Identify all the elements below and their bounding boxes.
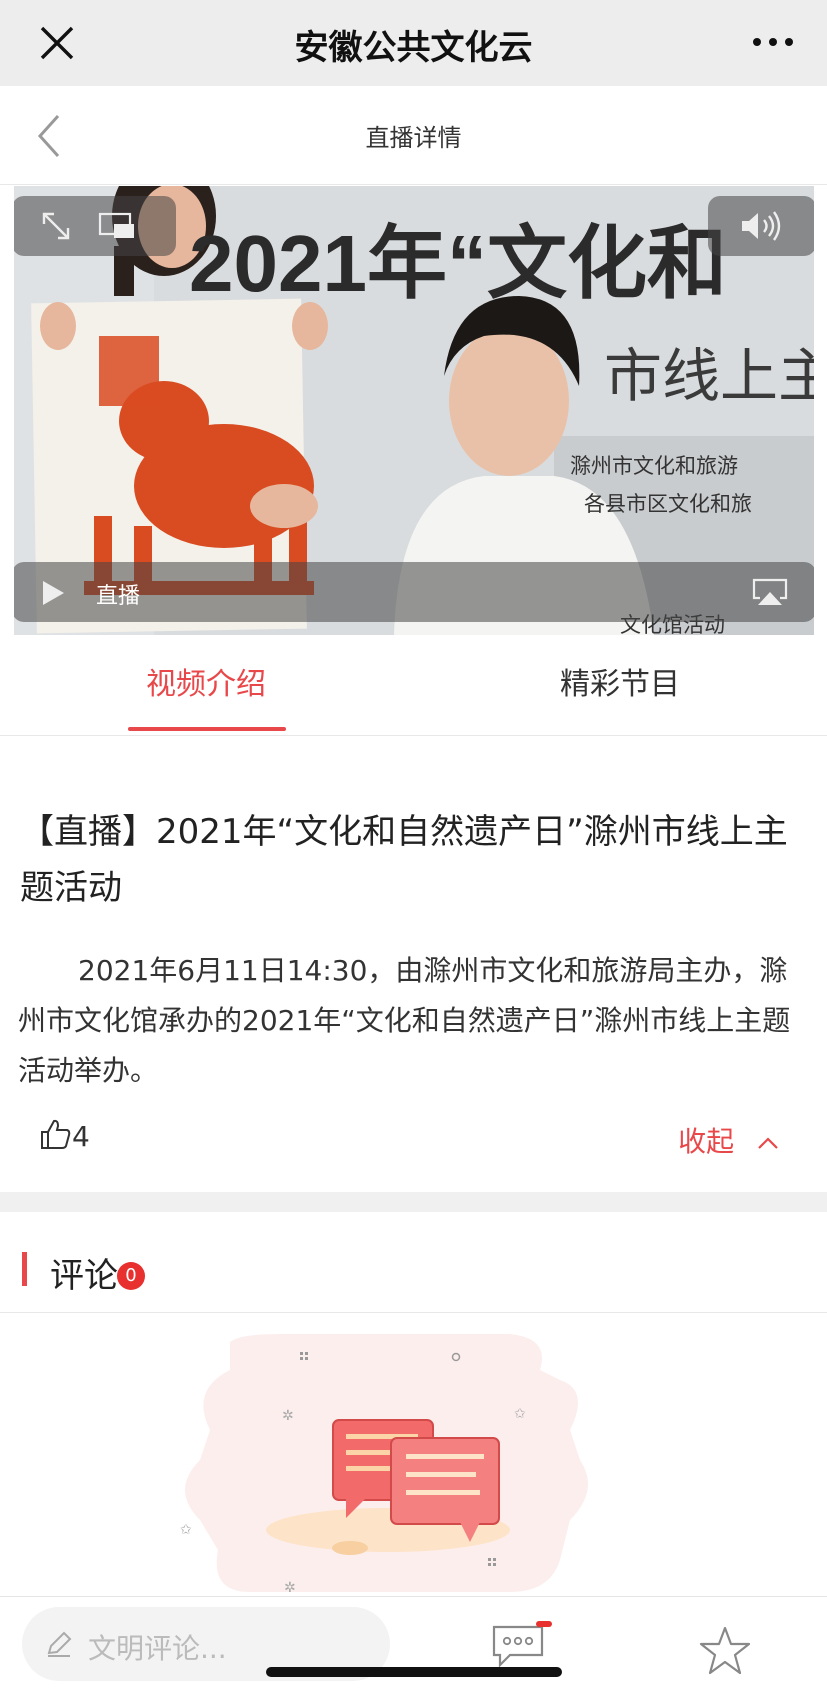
bottom-action-bar: 文明评论... — [0, 1596, 827, 1692]
content-tabs: 视频介绍 精彩节目 — [0, 635, 827, 736]
message-icon[interactable] — [490, 1623, 546, 1667]
chevron-up-icon — [758, 1137, 778, 1149]
collapse-label: 收起 — [678, 1125, 735, 1158]
live-status-label: 直播 — [96, 584, 141, 609]
svg-text:✲: ✲ — [282, 1408, 294, 1424]
backdrop-subtitle: 市线上主 — [604, 344, 814, 409]
tab-video-intro[interactable]: 视频介绍 — [146, 659, 266, 703]
page-title: 直播详情 — [365, 124, 462, 152]
volume-icon[interactable] — [738, 210, 784, 242]
star-icon[interactable] — [698, 1625, 752, 1677]
app-title: 安徽公共文化云 — [294, 28, 533, 68]
airplay-icon[interactable] — [752, 578, 788, 606]
section-accent-bar — [22, 1252, 27, 1286]
pen-icon — [47, 1631, 72, 1657]
like-button[interactable]: 4 — [40, 1118, 90, 1160]
collapse-button[interactable]: 收起 — [678, 1120, 779, 1160]
video-top-left-controls — [14, 196, 176, 256]
page-navbar: 直播详情 — [0, 86, 827, 185]
comment-placeholder: 文明评论... — [88, 1632, 227, 1665]
more-icon[interactable] — [751, 30, 795, 54]
active-tab-indicator — [128, 727, 286, 731]
like-icon — [41, 1119, 71, 1149]
like-count: 4 — [72, 1120, 90, 1153]
backdrop-year-title: 2021年“文化和 — [189, 219, 727, 308]
svg-text:✲: ✲ — [284, 1580, 296, 1596]
article-description: 2021年6月11日14:30，由滁州市文化和旅游局主办，滁州市文化馆承办的20… — [18, 954, 791, 1087]
backdrop-line-1: 滁州市文化和旅游 — [570, 455, 738, 478]
tab-highlights[interactable]: 精彩节目 — [560, 659, 680, 703]
pip-icon[interactable] — [98, 212, 136, 240]
svg-text:✩: ✩ — [514, 1406, 526, 1422]
unread-indicator — [536, 1621, 552, 1627]
video-player[interactable]: 2021年“文化和 市线上主 滁州市文化和旅游 各县市区文化和旅 文化馆活动 直… — [14, 186, 814, 635]
comment-count-badge: 0 — [117, 1262, 145, 1290]
video-top-right-controls — [708, 196, 814, 256]
svg-text:✩: ✩ — [180, 1522, 192, 1538]
section-separator — [0, 1192, 827, 1212]
backdrop-line-2: 各县市区文化和旅 — [584, 493, 752, 516]
empty-comments-illustration: ✲ ✩ ✩ ✲ — [180, 1334, 588, 1596]
home-indicator — [266, 1667, 562, 1677]
play-icon[interactable] — [40, 579, 66, 607]
article-title: 【直播】2021年“文化和自然遗产日”滁州市线上主题活动 — [20, 812, 788, 908]
comments-label: 评论 — [50, 1256, 118, 1296]
app-topbar: 安徽公共文化云 — [0, 0, 827, 87]
fullscreen-icon[interactable] — [40, 210, 72, 242]
video-bottom-controls: 直播 — [14, 562, 814, 622]
comments-header: 评论 0 — [0, 1212, 827, 1313]
